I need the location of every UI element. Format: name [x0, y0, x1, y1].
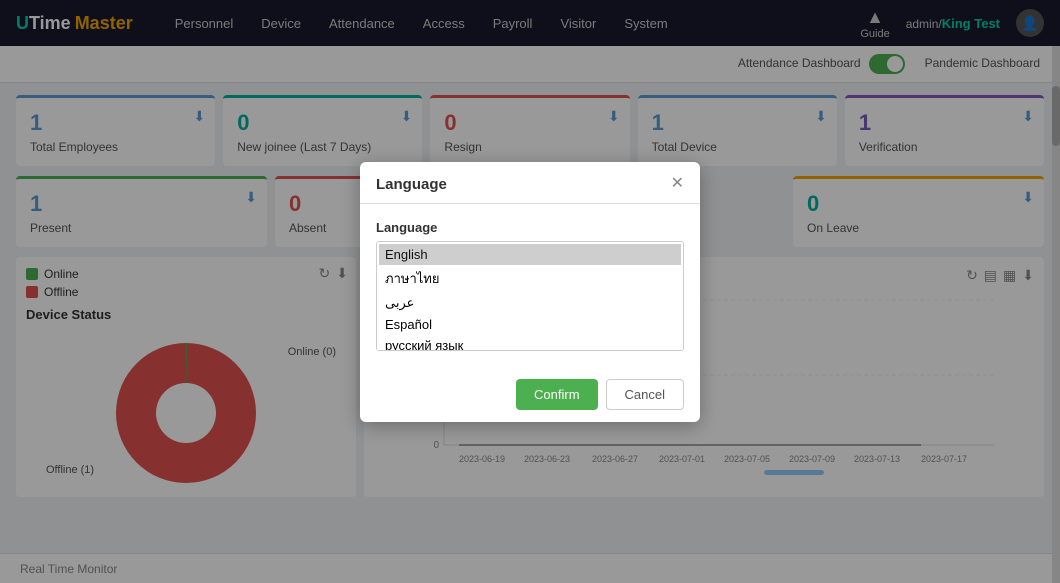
modal-title: Language [376, 176, 447, 193]
modal-footer: Confirm Cancel [360, 367, 700, 422]
cancel-button[interactable]: Cancel [606, 379, 684, 410]
language-select[interactable]: EnglishภาษาไทยعربىEspañolрусский языкBah… [376, 241, 684, 351]
modal-close-button[interactable]: ✕ [671, 176, 684, 192]
modal-body: Language EnglishภาษาไทยعربىEspañolрусски… [360, 204, 700, 367]
modal-header: Language ✕ [360, 162, 700, 204]
language-modal: Language ✕ Language EnglishภาษาไทยعربىEs… [360, 162, 700, 422]
language-field-label: Language [376, 220, 684, 235]
confirm-button[interactable]: Confirm [516, 379, 598, 410]
modal-overlay: Language ✕ Language EnglishภาษาไทยعربىEs… [0, 0, 1060, 583]
